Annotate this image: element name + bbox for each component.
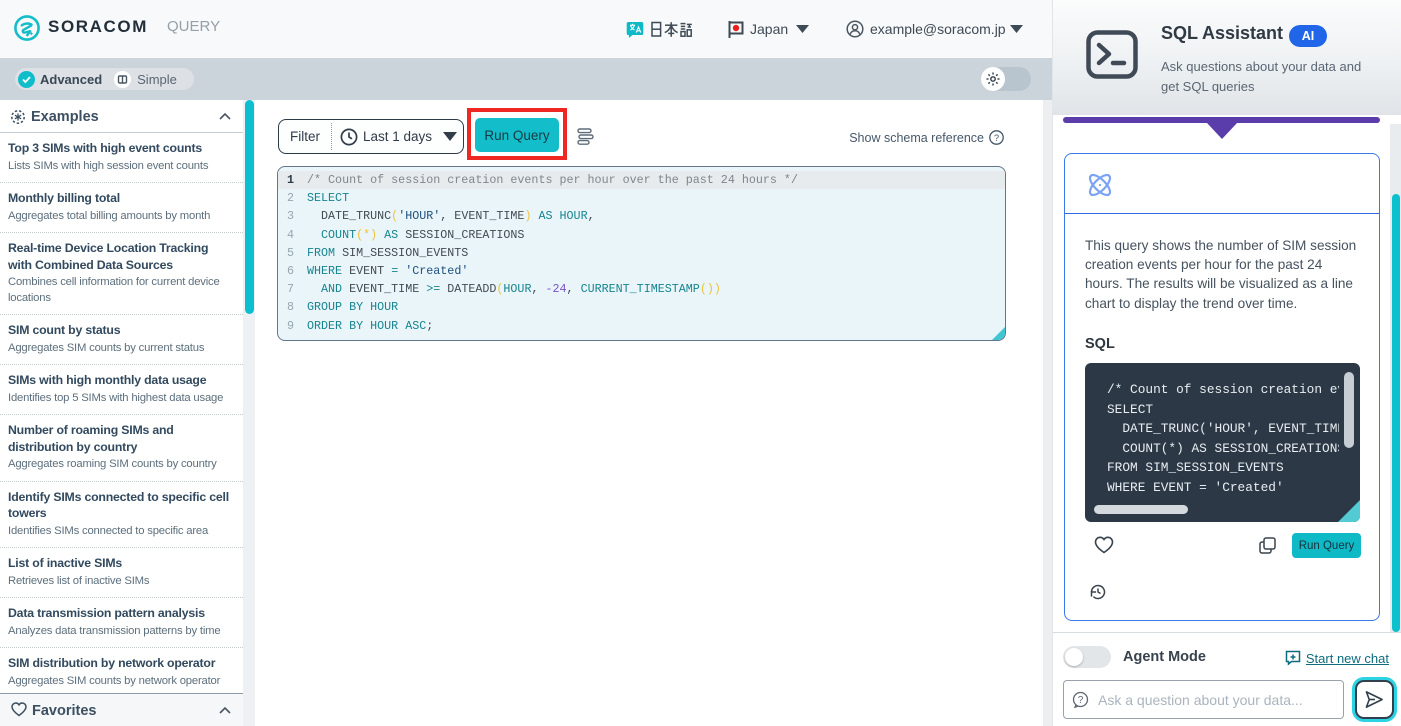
svg-text:?: ? — [1078, 695, 1084, 706]
svg-text:?: ? — [994, 133, 999, 144]
